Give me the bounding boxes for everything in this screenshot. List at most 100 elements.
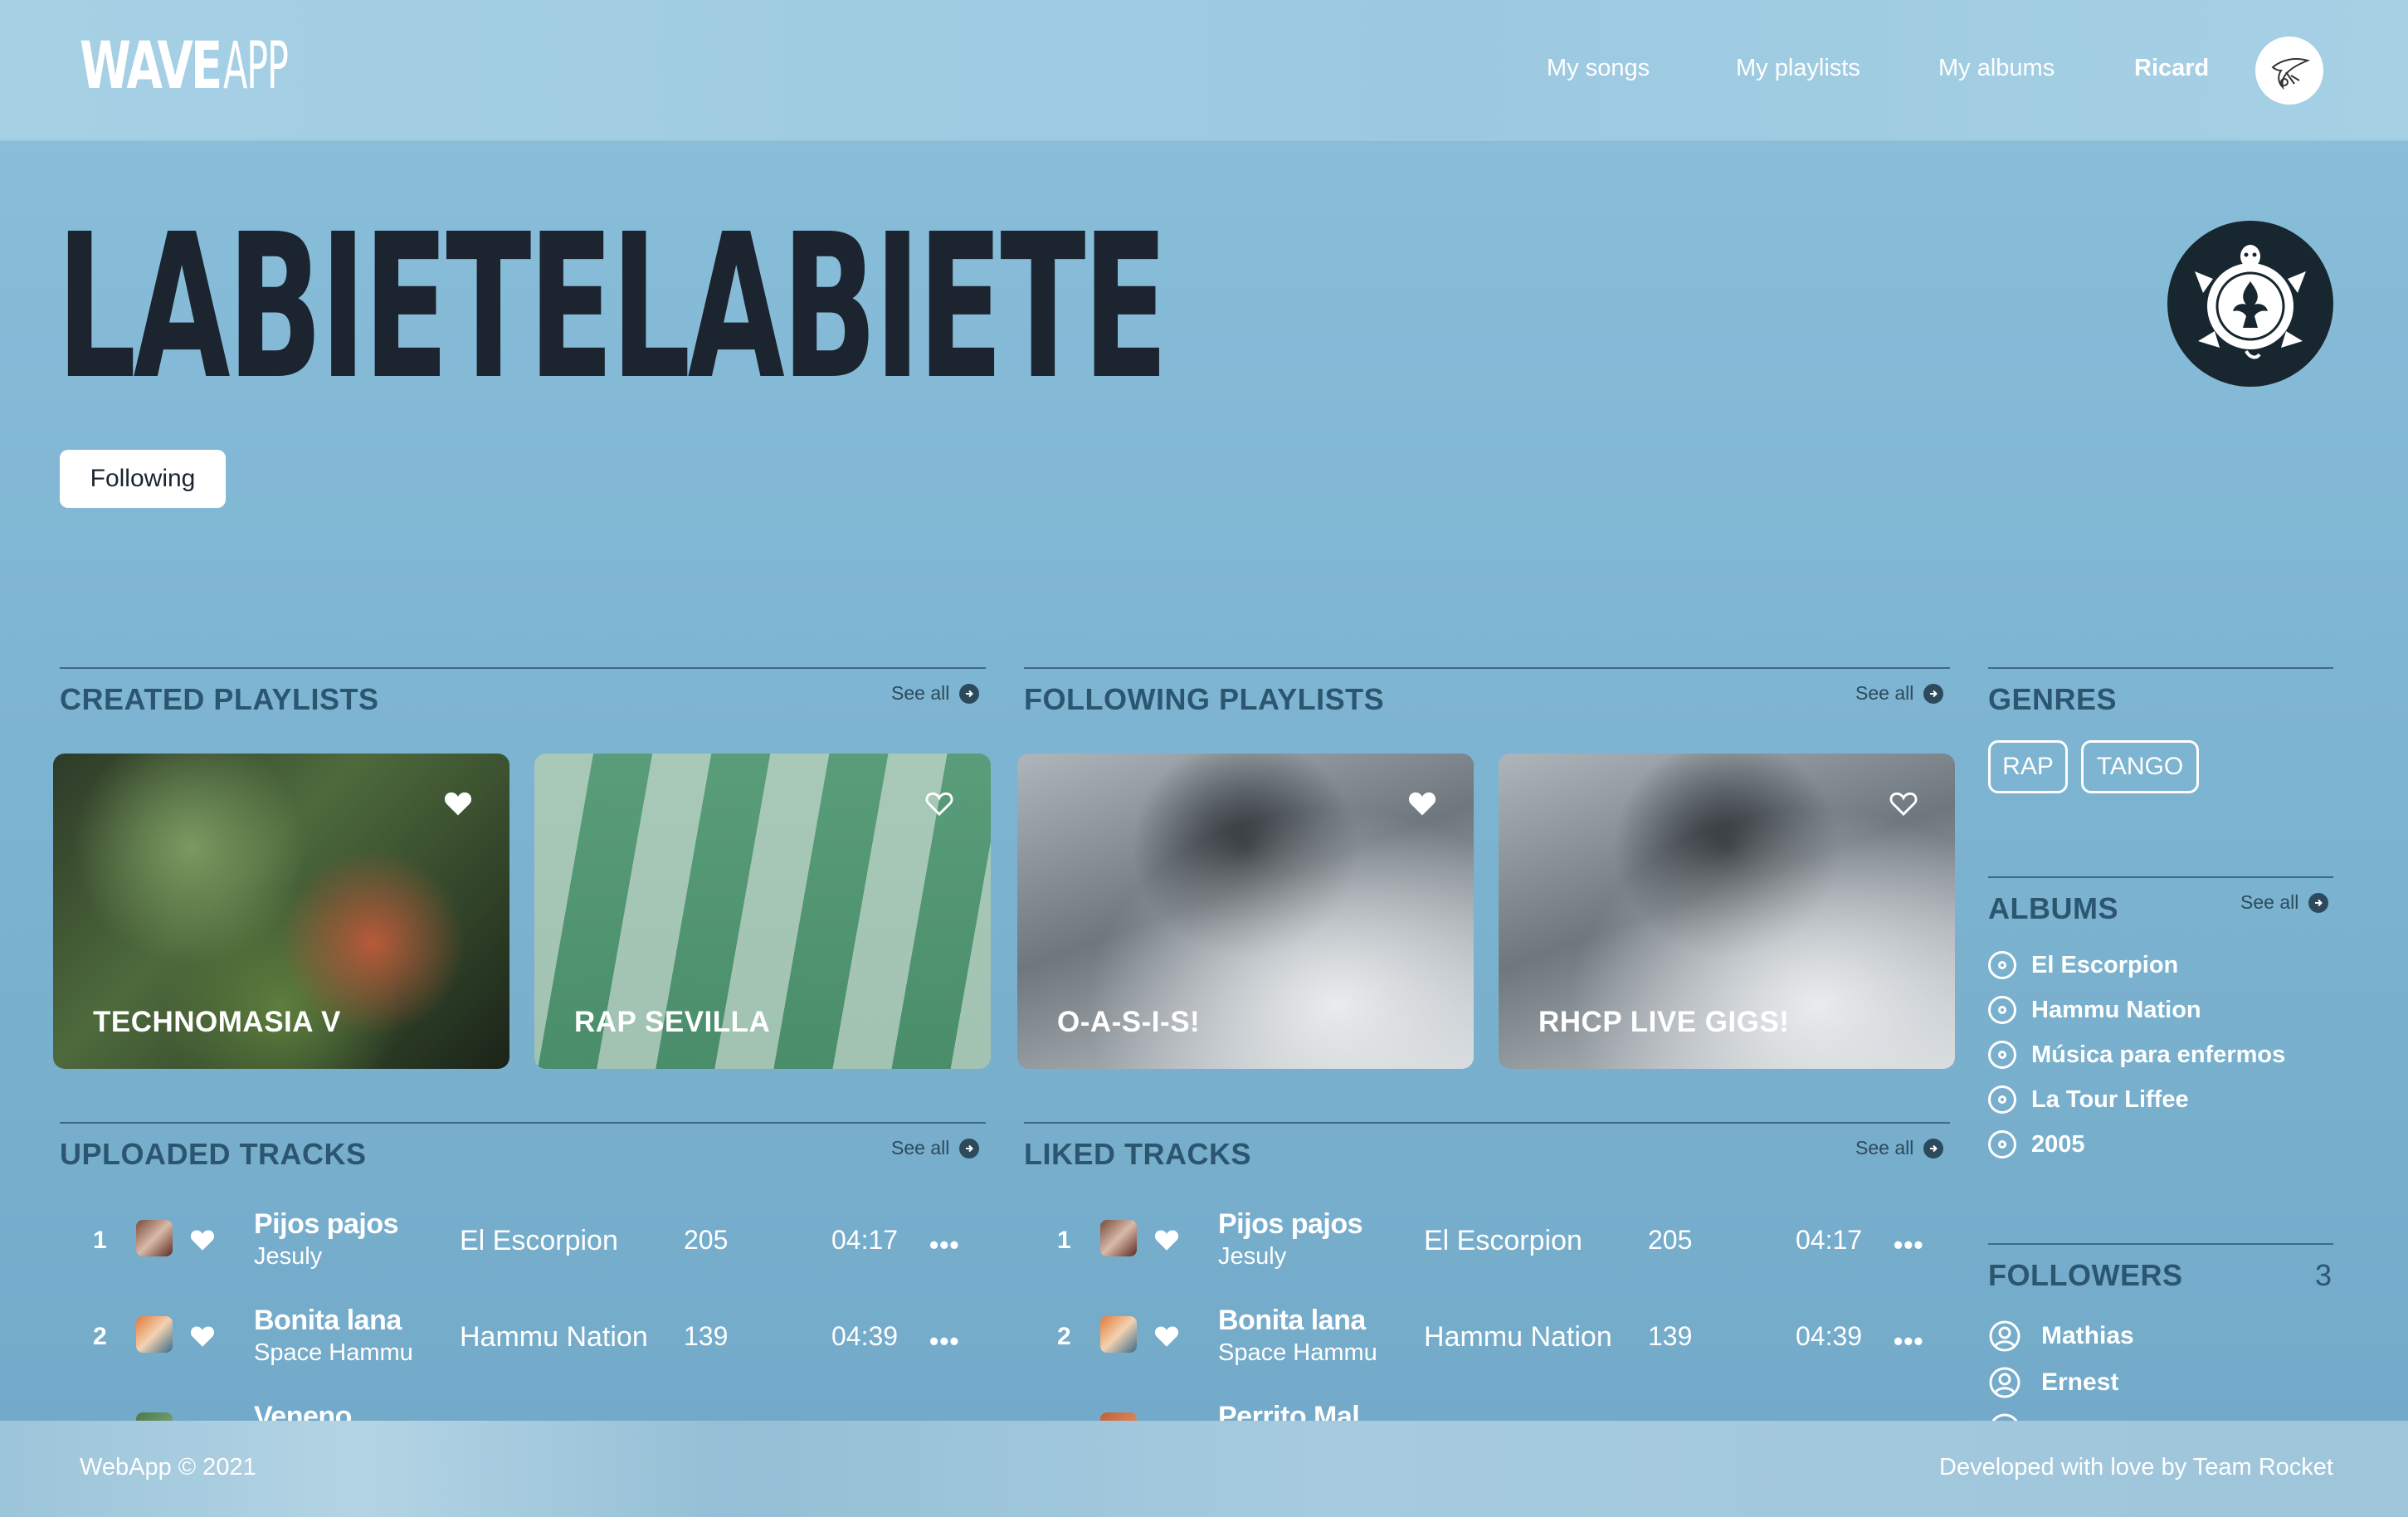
playlist-card-technomasia[interactable]: TECHNOMASIA V: [53, 754, 509, 1069]
track-row[interactable]: 2 Bonita lana Space Hammu Hammu Nation 1…: [1057, 1300, 1937, 1374]
nav-user-name[interactable]: Ricard: [2134, 55, 2209, 82]
more-options-icon[interactable]: •••: [929, 1230, 960, 1261]
album-item-label: La Tour Liffee: [2031, 1085, 2189, 1113]
track-album[interactable]: El Escorpion: [460, 1225, 618, 1257]
turtle-logo-icon: [2195, 245, 2306, 359]
arrow-right-icon: [1923, 683, 1944, 704]
uploaded-tracks-see-all[interactable]: See all: [891, 1137, 980, 1159]
app-logo[interactable]: WAVE APP: [80, 33, 341, 100]
footer-copyright: WebApp © 2021: [80, 1454, 256, 1480]
nav-my-albums[interactable]: My albums: [1938, 55, 2055, 82]
album-item[interactable]: La Tour Liffee: [1988, 1085, 2189, 1114]
track-title[interactable]: Bonita lana: [254, 1305, 402, 1337]
track-duration: 04:17: [1796, 1225, 1863, 1255]
see-all-label: See all: [891, 1137, 950, 1158]
genre-chip-tango[interactable]: TANGO: [2081, 740, 2199, 793]
playlist-card-title: TECHNOMASIA V: [93, 1006, 341, 1038]
heart-filled-icon[interactable]: [1153, 1324, 1180, 1348]
bird-avatar-icon: [2271, 58, 2311, 90]
disc-icon: [1988, 996, 2016, 1024]
track-album[interactable]: Hammu Nation: [1424, 1321, 1612, 1354]
heart-filled-icon[interactable]: [1153, 1228, 1180, 1251]
arrow-right-icon: [1923, 1138, 1944, 1158]
heart-outline-icon[interactable]: [924, 790, 954, 817]
track-title[interactable]: Bonita lana: [1218, 1305, 1366, 1337]
heart-filled-icon[interactable]: [443, 790, 473, 817]
playlist-card-title: RHCP LIVE GIGS!: [1538, 1006, 1790, 1038]
created-playlists-title: CREATED PLAYLISTS: [60, 682, 379, 716]
disc-icon: [1988, 1130, 2016, 1158]
albums-title: ALBUMS: [1988, 891, 2118, 925]
follower-item[interactable]: Ernest: [1988, 1366, 2118, 1399]
heart-filled-icon[interactable]: [189, 1228, 216, 1251]
arrow-right-icon: [2308, 892, 2329, 913]
disc-icon: [1988, 951, 2016, 979]
track-row[interactable]: 2 Bonita lana Space Hammu Hammu Nation 1…: [93, 1300, 972, 1374]
logo-wave-text: WAVE: [80, 29, 222, 104]
follower-item[interactable]: Mathias: [1988, 1319, 2134, 1353]
heart-filled-icon[interactable]: [189, 1324, 216, 1348]
track-title[interactable]: Pijos pajos: [254, 1208, 399, 1241]
track-row[interactable]: 1 Pijos pajos Jesuly El Escorpion 205 04…: [93, 1203, 972, 1278]
album-item[interactable]: El Escorpion: [1988, 951, 2178, 979]
track-duration: 04:39: [1796, 1321, 1863, 1351]
arrow-right-icon: [959, 1138, 980, 1158]
see-all-label: See all: [2240, 891, 2299, 913]
top-navigation-bar: WAVE APP My songs My playlists My albums…: [0, 0, 2408, 141]
following-playlists-divider: [1024, 667, 1950, 669]
disc-icon: [1988, 1085, 2016, 1114]
album-item-label: El Escorpion: [2031, 951, 2179, 978]
more-options-icon[interactable]: •••: [1894, 1326, 1924, 1357]
following-playlists-title: FOLLOWING PLAYLISTS: [1024, 682, 1385, 716]
nav-my-playlists[interactable]: My playlists: [1736, 55, 1860, 82]
track-plays: 205: [1648, 1225, 1693, 1255]
track-cover-thumbnail: [136, 1220, 173, 1256]
playlist-card-title: RAP SEVILLA: [574, 1006, 771, 1038]
following-playlists-see-all[interactable]: See all: [1855, 682, 1944, 705]
more-options-icon[interactable]: •••: [929, 1326, 960, 1357]
track-artist[interactable]: Space Hammu: [254, 1339, 413, 1367]
playlist-card-title: O-A-S-I-S!: [1057, 1006, 1201, 1038]
uploaded-tracks-title: UPLOADED TRACKS: [60, 1137, 367, 1171]
heart-filled-icon[interactable]: [1407, 790, 1437, 817]
user-circle-icon: [1989, 1320, 2020, 1352]
followers-count: 3: [2315, 1258, 2332, 1292]
track-plays: 205: [684, 1225, 729, 1255]
album-item-label: 2005: [2031, 1130, 2085, 1158]
track-number: 1: [1057, 1227, 1071, 1254]
album-item[interactable]: Música para enfermos: [1988, 1041, 2285, 1069]
playlist-card-rhcp[interactable]: RHCP LIVE GIGS!: [1499, 754, 1955, 1069]
playlist-card-rap-sevilla[interactable]: RAP SEVILLA: [534, 754, 991, 1069]
playlist-card-oasis[interactable]: O-A-S-I-S!: [1017, 754, 1474, 1069]
album-item[interactable]: Hammu Nation: [1988, 996, 2201, 1024]
heart-outline-icon[interactable]: [1889, 790, 1918, 817]
created-playlists-see-all[interactable]: See all: [891, 682, 980, 705]
track-artist[interactable]: Space Hammu: [1218, 1339, 1377, 1367]
disc-icon: [1988, 1041, 2016, 1069]
artist-badge: [2167, 221, 2333, 387]
artist-name-title: LABIETELABIETE: [56, 191, 1168, 423]
track-row[interactable]: 1 Pijos pajos Jesuly El Escorpion 205 04…: [1057, 1203, 1937, 1278]
track-plays: 139: [1648, 1321, 1693, 1351]
liked-tracks-see-all[interactable]: See all: [1855, 1137, 1944, 1159]
track-artist[interactable]: Jesuly: [1218, 1243, 1286, 1271]
liked-tracks-title: LIKED TRACKS: [1024, 1137, 1251, 1171]
track-album[interactable]: El Escorpion: [1424, 1225, 1582, 1257]
more-options-icon[interactable]: •••: [1894, 1230, 1924, 1261]
track-cover-thumbnail: [1100, 1316, 1137, 1353]
page-footer: WebApp © 2021 Developed with love by Tea…: [0, 1421, 2408, 1517]
nav-my-songs[interactable]: My songs: [1547, 55, 1650, 82]
albums-see-all[interactable]: See all: [2240, 891, 2329, 914]
logo-app-text: APP: [223, 29, 289, 104]
following-button[interactable]: Following: [60, 450, 226, 508]
follower-name: Ernest: [2041, 1368, 2119, 1396]
track-title[interactable]: Pijos pajos: [1218, 1208, 1363, 1241]
genre-chip-rap[interactable]: RAP: [1988, 740, 2068, 793]
album-item-label: Música para enfermos: [2031, 1041, 2286, 1068]
followers-title: FOLLOWERS: [1988, 1258, 2183, 1292]
track-album[interactable]: Hammu Nation: [460, 1321, 648, 1354]
user-avatar[interactable]: [2255, 37, 2323, 105]
track-artist[interactable]: Jesuly: [254, 1243, 322, 1271]
track-duration: 04:39: [831, 1321, 899, 1351]
album-item[interactable]: 2005: [1988, 1130, 2085, 1158]
